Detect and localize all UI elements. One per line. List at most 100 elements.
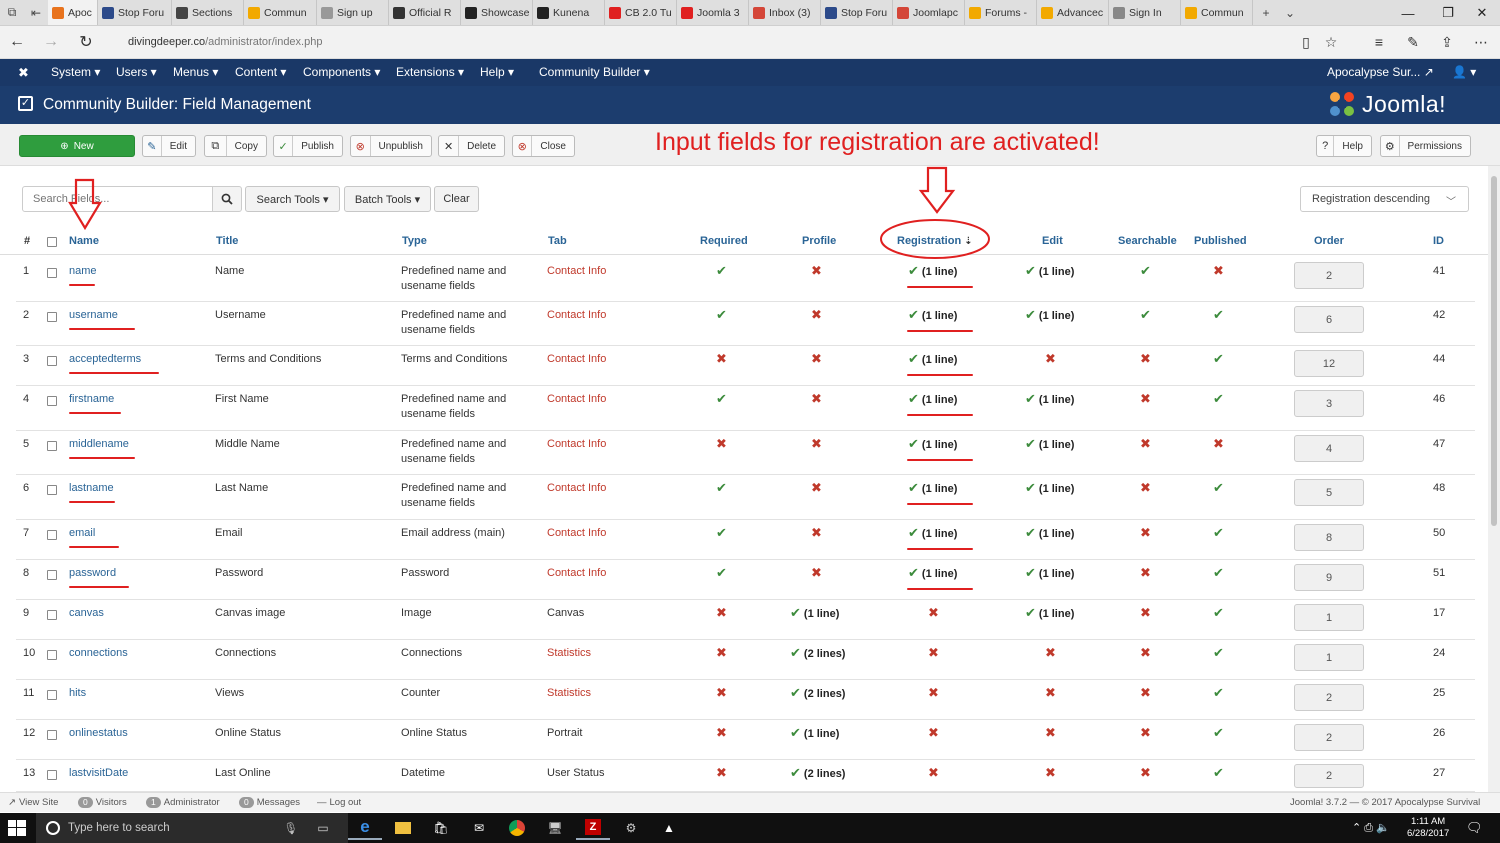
field-tab[interactable]: Contact Info: [547, 526, 606, 541]
unpublish-button[interactable]: ⊗ Unpublish: [350, 135, 432, 157]
check-icon[interactable]: ✔: [790, 765, 801, 780]
hub-icon[interactable]: ≡: [1368, 32, 1390, 52]
back-icon[interactable]: ←: [6, 31, 28, 53]
cross-icon[interactable]: ✖: [716, 725, 727, 740]
header-id[interactable]: ID: [1433, 235, 1444, 247]
copy-button[interactable]: ⧉ Copy: [204, 135, 267, 157]
order-input[interactable]: 2: [1294, 764, 1364, 788]
field-name-link[interactable]: hits: [69, 686, 86, 701]
field-name-link[interactable]: name: [69, 264, 97, 279]
browser-tab[interactable]: Showcase: [461, 0, 533, 25]
filezilla-icon[interactable]: Z: [576, 816, 610, 840]
cross-icon[interactable]: ✖: [716, 685, 727, 700]
check-icon[interactable]: ✔: [908, 391, 919, 406]
user-menu-icon[interactable]: 👤 ▾: [1452, 65, 1476, 79]
check-icon[interactable]: ✔: [716, 565, 727, 580]
cross-icon[interactable]: ✖: [1140, 765, 1151, 780]
share-icon[interactable]: ⇪: [1436, 32, 1458, 52]
header-type[interactable]: Type: [402, 235, 427, 247]
cross-icon[interactable]: ✖: [811, 436, 822, 451]
header-registration[interactable]: Registration ⇣: [897, 235, 973, 247]
check-icon[interactable]: ✔: [716, 307, 727, 322]
check-icon[interactable]: ✔: [1213, 605, 1224, 620]
browser-tab[interactable]: Sign up: [317, 0, 389, 25]
check-icon[interactable]: ✔: [1025, 263, 1036, 278]
system-tray-icons[interactable]: ⌃ ⎙ 🔈: [1352, 821, 1390, 835]
field-name-link[interactable]: lastname: [69, 481, 114, 496]
messages-link[interactable]: 0 Messages: [239, 797, 300, 808]
new-tab-icon[interactable]: +: [1253, 0, 1279, 25]
row-checkbox[interactable]: [47, 356, 57, 366]
check-icon[interactable]: ✔: [1025, 307, 1036, 322]
sort-select[interactable]: Registration descending ﹀: [1300, 186, 1469, 212]
row-checkbox[interactable]: [47, 441, 57, 451]
check-icon[interactable]: ✔: [790, 725, 801, 740]
cross-icon[interactable]: ✖: [811, 525, 822, 540]
check-icon[interactable]: ✔: [908, 565, 919, 580]
publish-button[interactable]: ✓ Publish: [273, 135, 343, 157]
check-icon[interactable]: ✔: [1025, 480, 1036, 495]
cross-icon[interactable]: ✖: [1140, 525, 1151, 540]
header-title[interactable]: Title: [216, 235, 238, 247]
tab-set-aside-icon[interactable]: ⧉: [0, 0, 24, 25]
row-checkbox[interactable]: [47, 485, 57, 495]
field-tab[interactable]: Contact Info: [547, 481, 606, 496]
check-icon[interactable]: ✔: [1213, 685, 1224, 700]
cross-icon[interactable]: ✖: [716, 765, 727, 780]
header-required[interactable]: Required: [700, 235, 748, 247]
cross-icon[interactable]: ✖: [1140, 436, 1151, 451]
field-name-link[interactable]: lastvisitDate: [69, 766, 128, 781]
action-center-icon[interactable]: 🗨: [1466, 820, 1483, 836]
select-all-checkbox[interactable]: [47, 237, 57, 247]
field-tab[interactable]: Contact Info: [547, 308, 606, 323]
check-icon[interactable]: ✔: [1213, 565, 1224, 580]
browser-tab[interactable]: Kunena: [533, 0, 605, 25]
site-name-link[interactable]: Apocalypse Sur... ↗: [1327, 65, 1434, 79]
field-name-link[interactable]: email: [69, 526, 95, 541]
more-icon[interactable]: ⋯: [1470, 32, 1492, 52]
check-icon[interactable]: ✔: [790, 645, 801, 660]
check-icon[interactable]: ✔: [1213, 391, 1224, 406]
check-icon[interactable]: ✔: [908, 436, 919, 451]
field-name-link[interactable]: firstname: [69, 392, 114, 407]
favorite-star-icon[interactable]: ☆: [1320, 32, 1342, 52]
check-icon[interactable]: ✔: [1213, 525, 1224, 540]
row-checkbox[interactable]: [47, 396, 57, 406]
browser-tab[interactable]: Joomla 3: [677, 0, 749, 25]
cross-icon[interactable]: ✖: [928, 725, 939, 740]
header-edit[interactable]: Edit: [1042, 235, 1063, 247]
menu-system[interactable]: System ▾: [51, 65, 100, 79]
search-tools-button[interactable]: Search Tools ▾: [245, 186, 340, 212]
cross-icon[interactable]: ✖: [928, 645, 939, 660]
cross-icon[interactable]: ✖: [1140, 391, 1151, 406]
batch-tools-button[interactable]: Batch Tools ▾: [344, 186, 431, 212]
header-profile[interactable]: Profile: [802, 235, 836, 247]
order-input[interactable]: 1: [1294, 604, 1364, 631]
windows-start-icon[interactable]: [8, 820, 26, 836]
cross-icon[interactable]: ✖: [1140, 605, 1151, 620]
field-tab[interactable]: Contact Info: [547, 566, 606, 581]
header-tab[interactable]: Tab: [548, 235, 567, 247]
task-view-icon[interactable]: ▭: [306, 816, 340, 840]
browser-tab[interactable]: CB 2.0 Tu: [605, 0, 677, 25]
order-input[interactable]: 8: [1294, 524, 1364, 551]
browser-tab[interactable]: Stop Foru: [98, 0, 172, 25]
cross-icon[interactable]: ✖: [1045, 351, 1056, 366]
cross-icon[interactable]: ✖: [1045, 765, 1056, 780]
permissions-button[interactable]: ⚙ Permissions: [1380, 135, 1471, 157]
order-input[interactable]: 12: [1294, 350, 1364, 377]
check-icon[interactable]: ✔: [908, 307, 919, 322]
administrator-link[interactable]: 1 Administrator: [146, 797, 220, 808]
field-tab[interactable]: Statistics: [547, 686, 591, 701]
field-name-link[interactable]: canvas: [69, 606, 104, 621]
check-icon[interactable]: ✔: [1025, 391, 1036, 406]
view-site-link[interactable]: ↗ View Site: [8, 797, 58, 808]
cross-icon[interactable]: ✖: [1045, 645, 1056, 660]
field-name-link[interactable]: onlinestatus: [69, 726, 128, 741]
browser-tab[interactable]: Sign In: [1109, 0, 1181, 25]
cross-icon[interactable]: ✖: [716, 605, 727, 620]
row-checkbox[interactable]: [47, 730, 57, 740]
tab-list-icon[interactable]: ⌄: [1279, 0, 1301, 25]
check-icon[interactable]: ✔: [1140, 307, 1151, 322]
check-icon[interactable]: ✔: [716, 391, 727, 406]
